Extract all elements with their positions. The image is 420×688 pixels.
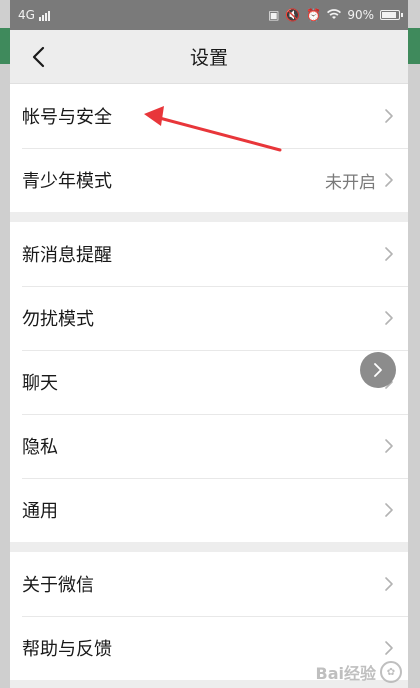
settings-item-about-wechat[interactable]: 关于微信 [10, 552, 408, 616]
chevron-right-icon [385, 247, 393, 261]
group-divider [10, 542, 408, 552]
group-divider [10, 212, 408, 222]
settings-item-label: 勿扰模式 [22, 309, 94, 330]
chevron-right-icon [385, 173, 393, 187]
chevron-right-icon [385, 439, 393, 453]
settings-screen: 4G ▣ 🔇 ⏰ 90% 设置 帐号与安全 青少年模式 未开启 新消息提醒 勿扰… [10, 0, 408, 688]
sim-icon: ▣ [268, 8, 280, 22]
annotation-arrow [144, 106, 282, 152]
settings-item-label: 关于微信 [22, 575, 94, 596]
mute-icon: 🔇 [285, 8, 301, 22]
chevron-right-icon [385, 641, 393, 655]
chevron-right-icon [385, 503, 393, 517]
settings-item-general[interactable]: 通用 [10, 478, 408, 542]
chevron-right-icon [385, 109, 393, 123]
chevron-right-icon [385, 311, 393, 325]
settings-item-label: 通用 [22, 501, 58, 522]
status-bar: 4G ▣ 🔇 ⏰ 90% [10, 0, 408, 30]
watermark-text: Bai经验 [315, 664, 376, 683]
battery-percent: 90% [347, 8, 374, 22]
wifi-icon [327, 8, 342, 22]
settings-item-label: 新消息提醒 [22, 245, 112, 266]
floating-assist-button[interactable] [360, 352, 396, 388]
watermark: Bai经验 ✿ [316, 660, 402, 684]
chevron-right-icon [374, 363, 382, 377]
settings-item-do-not-disturb[interactable]: 勿扰模式 [10, 286, 408, 350]
settings-item-privacy[interactable]: 隐私 [10, 414, 408, 478]
alarm-icon: ⏰ [306, 8, 322, 22]
battery-icon [380, 10, 403, 20]
back-button[interactable] [16, 30, 60, 84]
settings-item-label: 隐私 [22, 437, 58, 458]
settings-group-general: 新消息提醒 勿扰模式 聊天 隐私 通用 [10, 222, 408, 542]
page-title: 设置 [189, 47, 228, 69]
settings-item-label: 聊天 [22, 373, 58, 394]
signal-icon [38, 10, 50, 21]
nav-bar: 设置 [10, 30, 408, 84]
settings-item-label: 帮助与反馈 [22, 639, 112, 660]
settings-item-label: 帐号与安全 [22, 107, 112, 128]
paw-icon: ✿ [380, 661, 402, 683]
teen-mode-status: 未开启 [325, 172, 376, 193]
underlying-screen-right [408, 0, 420, 688]
settings-item-notifications[interactable]: 新消息提醒 [10, 222, 408, 286]
network-type: 4G [18, 8, 35, 22]
chevron-right-icon [385, 577, 393, 591]
settings-item-chat[interactable]: 聊天 [10, 350, 408, 414]
chevron-left-icon [32, 46, 45, 68]
underlying-screen-left [0, 0, 10, 688]
settings-item-label: 青少年模式 [22, 171, 112, 192]
